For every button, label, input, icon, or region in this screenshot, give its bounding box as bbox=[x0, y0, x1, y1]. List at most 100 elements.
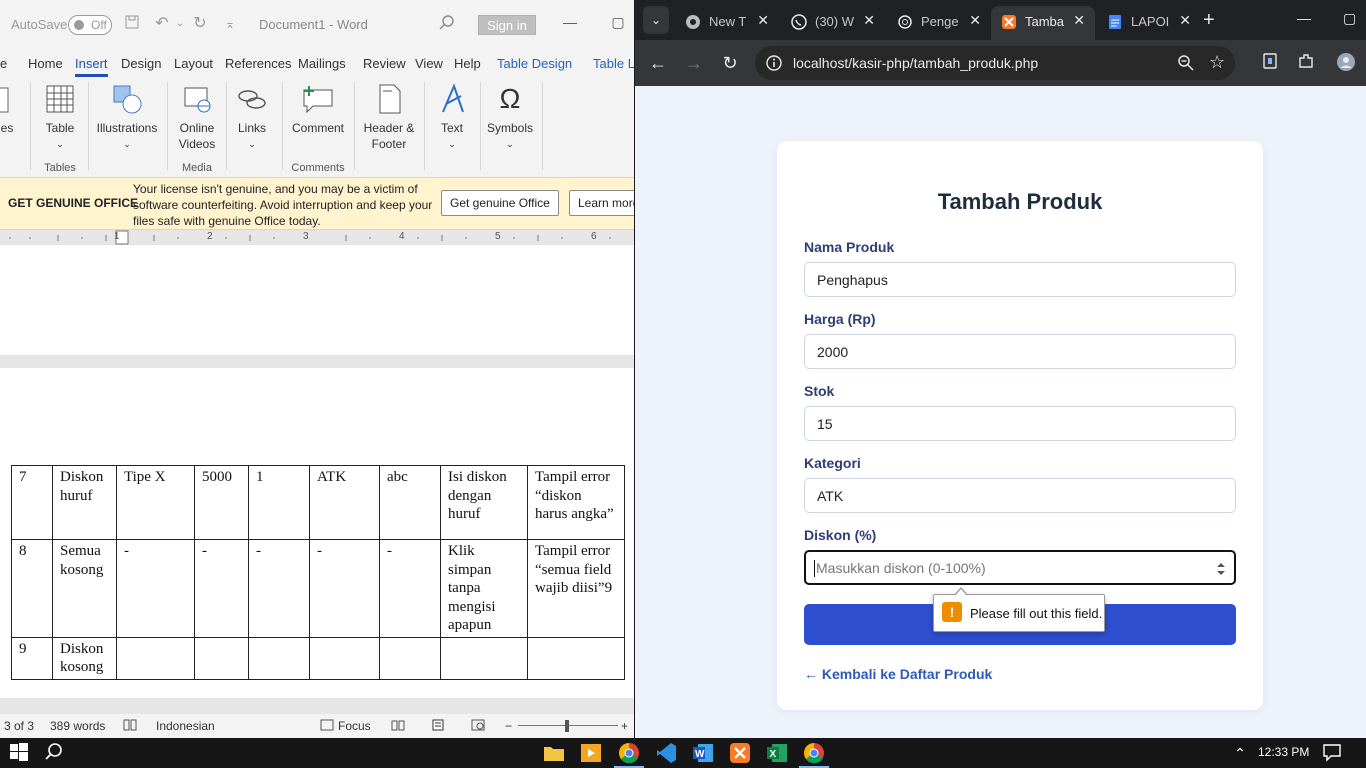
table-cell[interactable] bbox=[194, 636, 249, 680]
close-icon[interactable]: ✕ bbox=[1179, 12, 1191, 29]
browser-tab[interactable]: (30) W ✕ bbox=[781, 6, 885, 40]
back-to-product-list-link[interactable]: ← Kembali ke Daftar Produk bbox=[804, 666, 992, 682]
browser-tab-active[interactable]: Tamba ✕ bbox=[991, 6, 1095, 40]
search-icon[interactable] bbox=[438, 14, 458, 34]
stock-input[interactable]: 15 bbox=[804, 406, 1236, 441]
tab-mailings[interactable]: Mailings bbox=[298, 56, 346, 71]
file-explorer-icon[interactable] bbox=[543, 742, 565, 764]
tab-table-design[interactable]: Table Design bbox=[497, 56, 572, 71]
zoom-slider-thumb[interactable] bbox=[565, 720, 569, 732]
notification-icon[interactable] bbox=[1322, 742, 1344, 764]
clock[interactable]: 12:33 PM bbox=[1258, 745, 1309, 759]
chrome-icon[interactable] bbox=[799, 742, 829, 768]
table-cell[interactable]: Isi diskon dengan huruf bbox=[440, 465, 528, 540]
table-cell[interactable]: 1 bbox=[248, 465, 310, 540]
system-tray-chevron-icon[interactable]: ⌃ bbox=[1229, 742, 1251, 764]
new-tab-icon[interactable]: + bbox=[1203, 9, 1215, 32]
minimize-icon[interactable]: — bbox=[1297, 10, 1311, 26]
reload-icon[interactable]: ↻ bbox=[719, 52, 741, 74]
table-cell[interactable]: - bbox=[309, 539, 380, 638]
table-cell[interactable]: Tampil error “semua field wajib diisi”9 bbox=[527, 539, 625, 638]
product-name-input[interactable]: Penghapus bbox=[804, 262, 1236, 297]
tab-review[interactable]: Review bbox=[363, 56, 406, 71]
save-icon[interactable] bbox=[122, 14, 142, 34]
learn-more-button[interactable]: Learn more bbox=[569, 190, 634, 216]
table-cell[interactable]: ATK bbox=[309, 465, 380, 540]
table-cell[interactable]: Diskon huruf bbox=[52, 465, 117, 540]
close-icon[interactable]: ✕ bbox=[863, 12, 875, 29]
test-case-table[interactable]: 7 Diskon huruf Tipe X 5000 1 ATK abc Isi… bbox=[11, 465, 625, 680]
table-cell[interactable]: - bbox=[194, 539, 249, 638]
read-mode-icon[interactable] bbox=[391, 719, 405, 734]
close-icon[interactable]: ✕ bbox=[969, 12, 981, 29]
tab-design[interactable]: Design bbox=[121, 56, 161, 71]
table-cell[interactable]: 8 bbox=[11, 539, 53, 638]
tab-help[interactable]: Help bbox=[454, 56, 481, 71]
undo-icon[interactable]: ↶ bbox=[152, 14, 172, 34]
table-cell[interactable]: Klik simpan tanpa mengisi apapun bbox=[440, 539, 528, 638]
sign-in-button[interactable]: Sign in bbox=[478, 15, 536, 35]
browser-tab[interactable]: New T ✕ bbox=[675, 6, 779, 40]
undo-dropdown-icon[interactable]: ⌄ bbox=[170, 14, 190, 34]
xampp-icon[interactable] bbox=[729, 742, 751, 764]
tab-references[interactable]: References bbox=[225, 56, 291, 71]
document-page[interactable] bbox=[0, 245, 634, 355]
get-genuine-office-button[interactable]: Get genuine Office bbox=[441, 190, 559, 216]
zoom-in-icon[interactable]: + bbox=[621, 719, 628, 733]
table-button[interactable]: Table ⌄ bbox=[40, 82, 80, 152]
autosave-toggle[interactable]: Off bbox=[68, 15, 112, 35]
windows-start-icon[interactable] bbox=[9, 742, 31, 764]
back-icon[interactable]: ← bbox=[647, 52, 669, 74]
focus-mode-button[interactable]: Focus bbox=[338, 719, 371, 733]
excel-icon[interactable]: X bbox=[766, 742, 788, 764]
tab-view[interactable]: View bbox=[415, 56, 443, 71]
table-cell[interactable] bbox=[379, 636, 441, 680]
table-cell[interactable] bbox=[248, 636, 310, 680]
tab-home[interactable]: Home bbox=[28, 56, 63, 71]
chrome-icon[interactable] bbox=[614, 742, 644, 768]
table-cell[interactable]: Semua kosong bbox=[52, 539, 117, 638]
word-count[interactable]: 389 words bbox=[50, 719, 105, 733]
address-bar[interactable]: localhost/kasir-php/tambah_produk.php ☆ bbox=[755, 46, 1235, 80]
zoom-out-icon[interactable]: − bbox=[505, 719, 512, 733]
table-cell[interactable] bbox=[440, 636, 528, 680]
table-cell[interactable] bbox=[527, 636, 625, 680]
language-indicator[interactable]: Indonesian bbox=[156, 719, 215, 733]
price-input[interactable]: 2000 bbox=[804, 334, 1236, 369]
forward-icon[interactable]: → bbox=[683, 52, 705, 74]
tab-file[interactable]: e bbox=[0, 56, 7, 71]
header-footer-button[interactable]: Header & Footer bbox=[360, 82, 418, 152]
maximize-icon[interactable]: ▢ bbox=[608, 14, 628, 34]
tab-search-icon[interactable]: ⌄ bbox=[643, 6, 669, 34]
proofing-icon[interactable] bbox=[123, 719, 137, 734]
tab-insert[interactable]: Insert bbox=[75, 56, 108, 77]
url-text[interactable]: localhost/kasir-php/tambah_produk.php bbox=[793, 55, 1038, 71]
table-cell[interactable]: - bbox=[116, 539, 195, 638]
profile-avatar[interactable] bbox=[1335, 52, 1357, 74]
search-icon[interactable] bbox=[44, 742, 66, 764]
zoom-icon[interactable] bbox=[1177, 54, 1195, 77]
browser-tab[interactable]: LAPOI ✕ bbox=[1097, 6, 1201, 40]
print-layout-icon[interactable] bbox=[431, 719, 445, 734]
table-cell[interactable] bbox=[309, 636, 380, 680]
table-cell[interactable]: - bbox=[248, 539, 310, 638]
media-player-icon[interactable] bbox=[580, 742, 602, 764]
table-cell[interactable]: Diskon kosong bbox=[52, 636, 117, 680]
extension-icon[interactable] bbox=[1259, 52, 1281, 74]
page-count[interactable]: 3 of 3 bbox=[4, 719, 34, 733]
category-input[interactable]: ATK bbox=[804, 478, 1236, 513]
maximize-icon[interactable]: ▢ bbox=[1343, 10, 1356, 27]
focus-icon[interactable] bbox=[320, 719, 334, 734]
comment-button[interactable]: Comment bbox=[288, 82, 348, 136]
table-cell[interactable]: abc bbox=[379, 465, 441, 540]
text-button[interactable]: Text ⌄ bbox=[432, 82, 472, 152]
document-page[interactable]: 7 Diskon huruf Tipe X 5000 1 ATK abc Isi… bbox=[0, 368, 634, 698]
redo-icon[interactable]: ↻ bbox=[190, 14, 210, 34]
close-icon[interactable]: ✕ bbox=[757, 12, 769, 29]
illustrations-button[interactable]: Illustrations ⌄ bbox=[95, 82, 159, 152]
web-layout-icon[interactable] bbox=[471, 719, 485, 734]
pages-button[interactable]: ges bbox=[0, 82, 20, 136]
table-cell[interactable]: Tampil error “diskon harus angka” bbox=[527, 465, 625, 540]
tab-layout[interactable]: Layout bbox=[174, 56, 213, 71]
table-cell[interactable]: 9 bbox=[11, 636, 53, 680]
